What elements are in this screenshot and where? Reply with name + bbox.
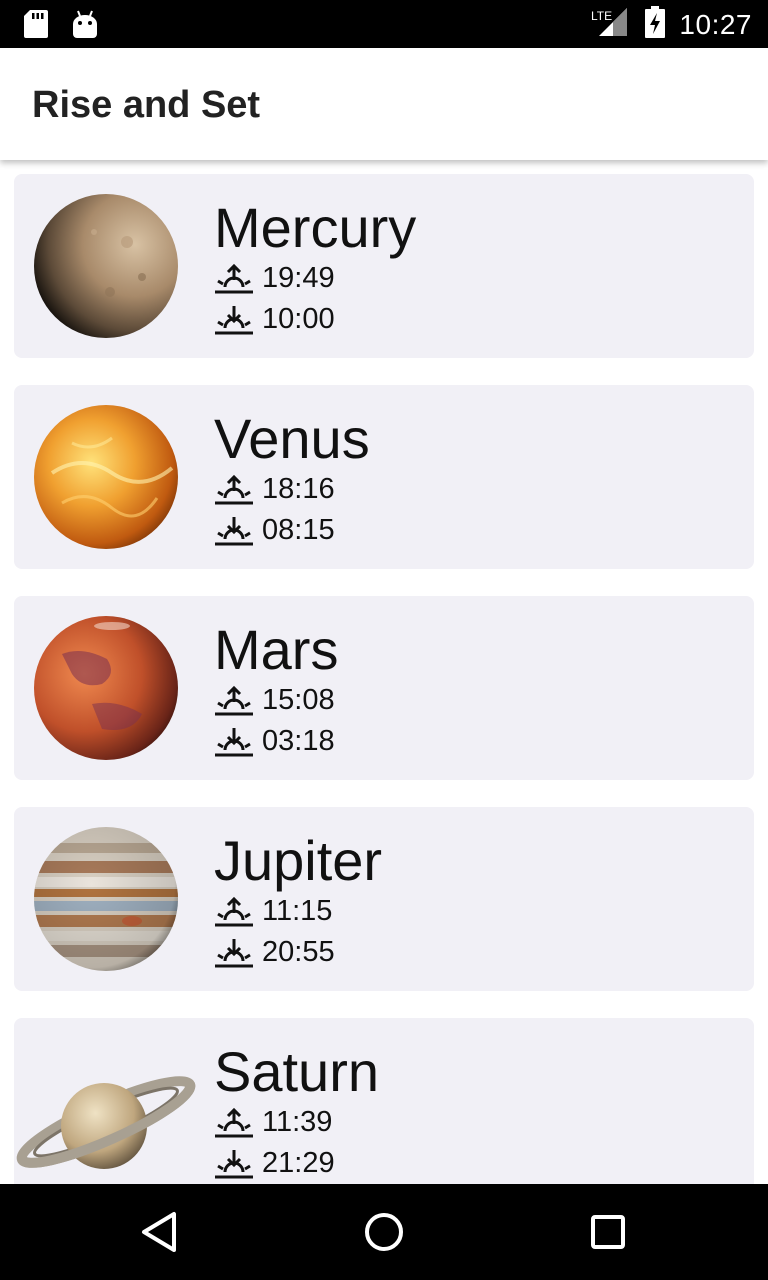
set-time: 21:29 xyxy=(262,1147,335,1179)
svg-text:LTE: LTE xyxy=(591,9,612,23)
planet-name: Venus xyxy=(214,407,370,470)
lte-signal-icon: LTE xyxy=(591,6,631,43)
rise-time: 11:15 xyxy=(262,895,333,927)
rise-time: 15:08 xyxy=(262,684,335,716)
status-bar: LTE 10:27 xyxy=(0,0,768,48)
recents-icon[interactable] xyxy=(584,1208,632,1256)
set-time: 20:55 xyxy=(262,936,335,968)
saturn-image xyxy=(14,1036,198,1184)
sunrise-icon xyxy=(214,896,254,928)
back-icon[interactable] xyxy=(136,1208,184,1256)
planet-card-venus[interactable]: Venus 18:16 08:15 xyxy=(14,385,754,569)
app-title: Rise and Set xyxy=(32,84,261,126)
rise-time: 19:49 xyxy=(262,262,335,294)
sunset-icon xyxy=(214,726,254,758)
sunset-icon xyxy=(214,304,254,336)
sunset-icon xyxy=(214,937,254,969)
set-time: 10:00 xyxy=(262,303,335,335)
sd-card-icon xyxy=(24,10,48,43)
sunset-icon xyxy=(214,1148,254,1180)
home-icon[interactable] xyxy=(360,1208,408,1256)
planet-name: Mercury xyxy=(214,196,417,259)
rise-time: 18:16 xyxy=(262,473,335,505)
planet-name: Saturn xyxy=(214,1040,379,1103)
mercury-image xyxy=(32,192,180,340)
set-time: 03:18 xyxy=(262,725,335,757)
clock-time: 10:27 xyxy=(679,8,752,40)
jupiter-image xyxy=(32,825,180,973)
sunrise-icon xyxy=(214,263,254,295)
planet-card-mars[interactable]: Mars 15:08 03:18 xyxy=(14,596,754,780)
sunrise-icon xyxy=(214,1107,254,1139)
planet-card-saturn[interactable]: Saturn 11:39 21:29 xyxy=(14,1018,754,1184)
rise-time: 11:39 xyxy=(262,1106,333,1138)
planet-card-mercury[interactable]: Mercury 19:49 10:00 xyxy=(14,174,754,358)
venus-image xyxy=(32,403,180,551)
planet-name: Mars xyxy=(214,618,339,681)
mars-image xyxy=(32,614,180,762)
planet-card-jupiter[interactable]: Jupiter 11:15 20:55 xyxy=(14,807,754,991)
android-debug-icon xyxy=(72,10,98,43)
planet-name: Jupiter xyxy=(214,829,383,892)
sunrise-icon xyxy=(214,474,254,506)
sunrise-icon xyxy=(214,685,254,717)
navigation-bar xyxy=(0,1184,768,1280)
planet-list[interactable]: Mercury 19:49 10:00 Venus 18:16 08:15 Ma… xyxy=(0,160,768,1184)
battery-charging-icon xyxy=(645,6,666,43)
sunset-icon xyxy=(214,515,254,547)
app-bar: Rise and Set xyxy=(0,48,768,160)
set-time: 08:15 xyxy=(262,514,335,546)
